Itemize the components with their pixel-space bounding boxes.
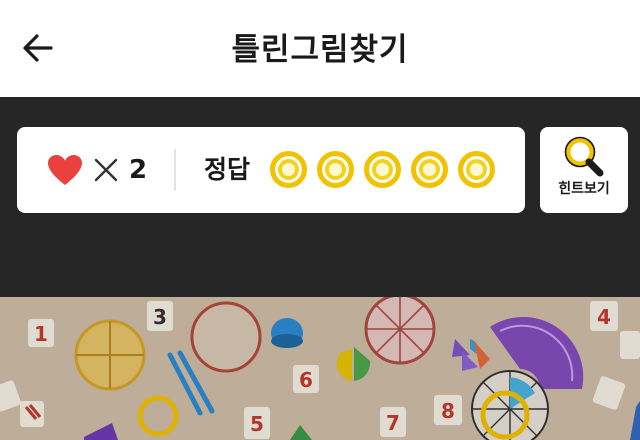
answer-label: 정답 <box>204 155 251 184</box>
answer-slot <box>364 151 401 188</box>
hint-label: 힌트보기 <box>558 181 610 197</box>
puzzle-picture: 1 3 4 6 7 5 8 <box>0 297 640 440</box>
multiply-icon <box>94 158 118 182</box>
lives-indicator: 2 <box>47 152 147 188</box>
answer-slot <box>458 151 495 188</box>
answer-slot <box>270 151 307 188</box>
app-header: 틀린그림찾기 <box>0 0 640 97</box>
lives-count: 2 <box>129 155 148 185</box>
page-title: 틀린그림찾기 <box>231 32 409 68</box>
magnifier-icon <box>564 136 604 177</box>
heart-icon <box>48 155 82 185</box>
answer-slots <box>270 151 495 188</box>
status-divider <box>174 149 176 191</box>
game-status-bar: 2 정답 힌트보기 <box>0 97 640 297</box>
answer-slot <box>411 151 448 188</box>
status-card: 2 정답 <box>17 127 525 213</box>
hint-button[interactable]: 힌트보기 <box>540 127 628 213</box>
answer-slot <box>317 151 354 188</box>
spot-the-difference-image[interactable]: 1 3 4 6 7 5 8 <box>0 297 640 440</box>
